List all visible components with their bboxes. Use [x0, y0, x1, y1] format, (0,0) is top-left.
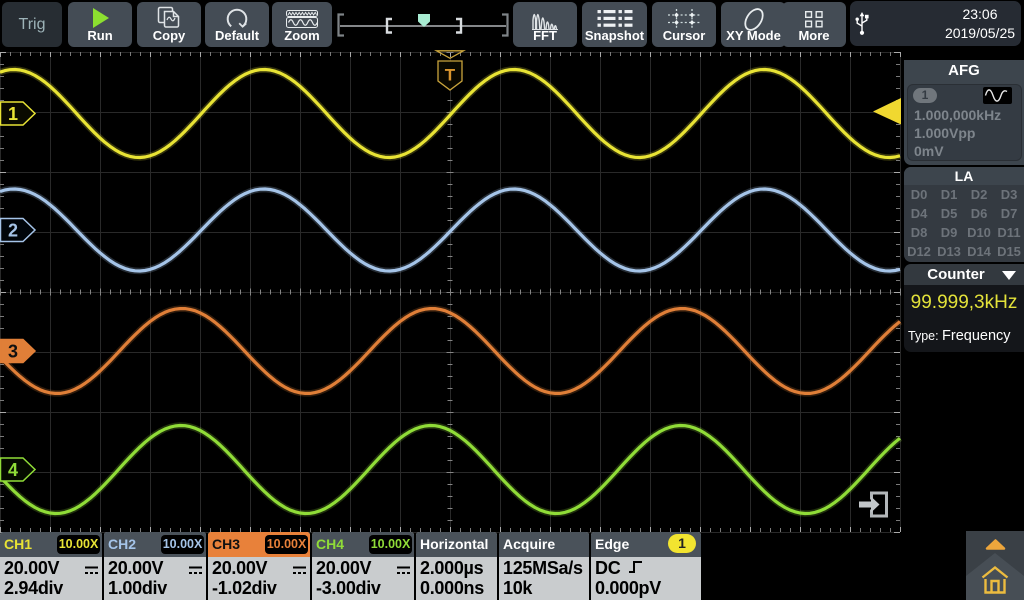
- svg-text:2: 2: [8, 221, 18, 241]
- svg-text:1: 1: [8, 104, 18, 124]
- svg-text:4: 4: [8, 460, 18, 480]
- svg-text:T: T: [445, 66, 456, 85]
- svg-text:3: 3: [8, 342, 18, 362]
